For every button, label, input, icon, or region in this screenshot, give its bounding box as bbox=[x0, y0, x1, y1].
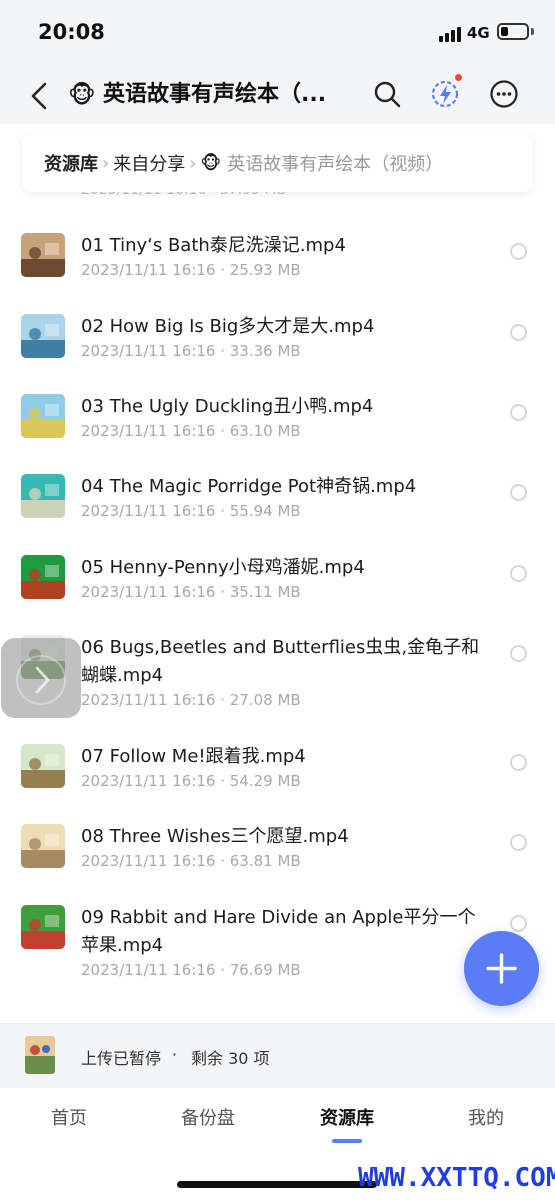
add-button[interactable] bbox=[464, 931, 539, 1006]
select-radio[interactable] bbox=[510, 484, 527, 501]
folder-emoji-icon: 🐵 bbox=[68, 81, 96, 109]
upload-remaining-count: 剩余 30 项 bbox=[191, 1049, 270, 1068]
file-meta: 2023/11/11 16:16 · 25.93 MB bbox=[81, 261, 301, 279]
file-meta: 2023/11/11 16:16 · 27.08 MB bbox=[81, 691, 301, 709]
video-thumbnail bbox=[21, 394, 65, 438]
select-radio[interactable] bbox=[510, 404, 527, 421]
file-row[interactable]: 06 Bugs,Beetles and Butterflies虫虫,金龟子和蝴蝶… bbox=[0, 602, 555, 710]
tab-mine[interactable]: 我的 bbox=[436, 1104, 536, 1130]
file-meta: 2023/11/11 16:16 · 63.10 MB bbox=[81, 422, 301, 440]
chevron-right-icon: › bbox=[189, 152, 197, 174]
floating-assistive-button[interactable] bbox=[1, 638, 81, 718]
upload-status-bar[interactable]: 上传已暂停 · 剩余 30 项 bbox=[0, 1023, 555, 1088]
file-row[interactable]: 03 The Ugly Duckling丑小鸭.mp4 2023/11/11 16… bbox=[0, 361, 555, 441]
breadcrumb-item-library[interactable]: 资源库 bbox=[44, 150, 98, 176]
video-thumbnail bbox=[21, 905, 65, 949]
file-name: 05 Henny-Penny小母鸡潘妮.mp4 bbox=[81, 557, 365, 578]
video-thumbnail bbox=[21, 744, 65, 788]
file-meta: 2023/11/11 16:16 · 63.81 MB bbox=[81, 852, 301, 870]
file-row[interactable]: 07 Follow Me!跟着我.mp4 2023/11/11 16:16 · 5… bbox=[0, 711, 555, 791]
file-row[interactable]: 04 The Magic Porridge Pot神奇锅.mp4 2023/11/… bbox=[0, 441, 555, 521]
select-radio[interactable] bbox=[510, 243, 527, 260]
select-radio[interactable] bbox=[510, 565, 527, 582]
file-meta: 2023/11/11 16:16 · 76.69 MB bbox=[81, 961, 301, 979]
folder-emoji-icon: 🐵 bbox=[200, 152, 222, 174]
nav-bar: 🐵 英语故事有声绘本（... bbox=[0, 64, 555, 124]
upload-separator: · bbox=[172, 1045, 178, 1064]
file-name: 01 Tiny‘s Bath泰尼洗澡记.mp4 bbox=[81, 235, 346, 256]
more-icon[interactable] bbox=[486, 76, 522, 112]
file-meta: 2023/11/11 16:16 · 35.11 MB bbox=[81, 583, 301, 601]
tab-backup[interactable]: 备份盘 bbox=[158, 1104, 258, 1130]
select-radio[interactable] bbox=[510, 834, 527, 851]
select-radio[interactable] bbox=[510, 754, 527, 771]
file-name: 06 Bugs,Beetles and Butterflies虫虫,金龟子和蝴蝶… bbox=[81, 637, 480, 686]
video-thumbnail bbox=[21, 233, 65, 277]
file-meta: 2023/11/11 16:16 · 54.29 MB bbox=[81, 772, 301, 790]
notification-badge bbox=[455, 74, 462, 81]
search-icon[interactable] bbox=[369, 76, 405, 112]
file-name: 02 How Big Is Big多大才是大.mp4 bbox=[81, 316, 375, 337]
file-name: 04 The Magic Porridge Pot神奇锅.mp4 bbox=[81, 476, 417, 497]
tab-library[interactable]: 资源库 bbox=[297, 1104, 397, 1130]
file-meta: 2023/11/11 16:16 · 55.94 MB bbox=[81, 502, 301, 520]
battery-icon bbox=[497, 23, 529, 40]
file-name: 08 Three Wishes三个愿望.mp4 bbox=[81, 826, 349, 847]
status-time: 20:08 bbox=[38, 20, 105, 44]
video-thumbnail bbox=[21, 555, 65, 599]
page-title: 英语故事有声绘本（... bbox=[103, 82, 327, 107]
lightning-icon[interactable] bbox=[427, 76, 463, 112]
active-tab-indicator bbox=[332, 1139, 362, 1143]
back-icon[interactable] bbox=[22, 78, 58, 114]
status-bar: 20:08 4G bbox=[0, 0, 555, 64]
video-thumbnail bbox=[21, 474, 65, 518]
home-indicator bbox=[177, 1181, 377, 1188]
select-radio[interactable] bbox=[510, 915, 527, 932]
file-row[interactable]: 01 Tiny‘s Bath泰尼洗澡记.mp4 2023/11/11 16:16 … bbox=[0, 200, 555, 280]
file-meta: 2023/11/11 16:16 · 33.36 MB bbox=[81, 342, 301, 360]
chevron-right-icon: › bbox=[102, 152, 110, 174]
file-name: 09 Rabbit and Hare Divide an Apple平分一个苹果… bbox=[81, 907, 476, 956]
breadcrumb: 资源库 › 来自分享 › 🐵 英语故事有声绘本（视频） bbox=[22, 134, 533, 192]
tab-home[interactable]: 首页 bbox=[19, 1104, 119, 1130]
upload-thumbnail bbox=[25, 1036, 55, 1074]
cellular-signal-icon bbox=[439, 26, 461, 42]
breadcrumb-current: 英语故事有声绘本（视频） bbox=[227, 154, 444, 175]
network-type: 4G bbox=[467, 24, 490, 42]
video-thumbnail bbox=[21, 824, 65, 868]
file-name: 03 The Ugly Duckling丑小鸭.mp4 bbox=[81, 396, 374, 417]
breadcrumb-item-shared[interactable]: 来自分享 bbox=[113, 150, 185, 176]
select-radio[interactable] bbox=[510, 645, 527, 662]
file-row[interactable]: 05 Henny-Penny小母鸡潘妮.mp4 2023/11/11 16:16 … bbox=[0, 522, 555, 602]
file-row[interactable]: 08 Three Wishes三个愿望.mp4 2023/11/11 16:16 … bbox=[0, 791, 555, 871]
upload-status-text: 上传已暂停 bbox=[81, 1049, 162, 1068]
file-row[interactable]: 02 How Big Is Big多大才是大.mp4 2023/11/11 16:… bbox=[0, 281, 555, 361]
video-thumbnail bbox=[21, 314, 65, 358]
watermark: WWW.XXTTQ.COM bbox=[358, 1163, 555, 1193]
select-radio[interactable] bbox=[510, 324, 527, 341]
file-name: 07 Follow Me!跟着我.mp4 bbox=[81, 746, 306, 767]
